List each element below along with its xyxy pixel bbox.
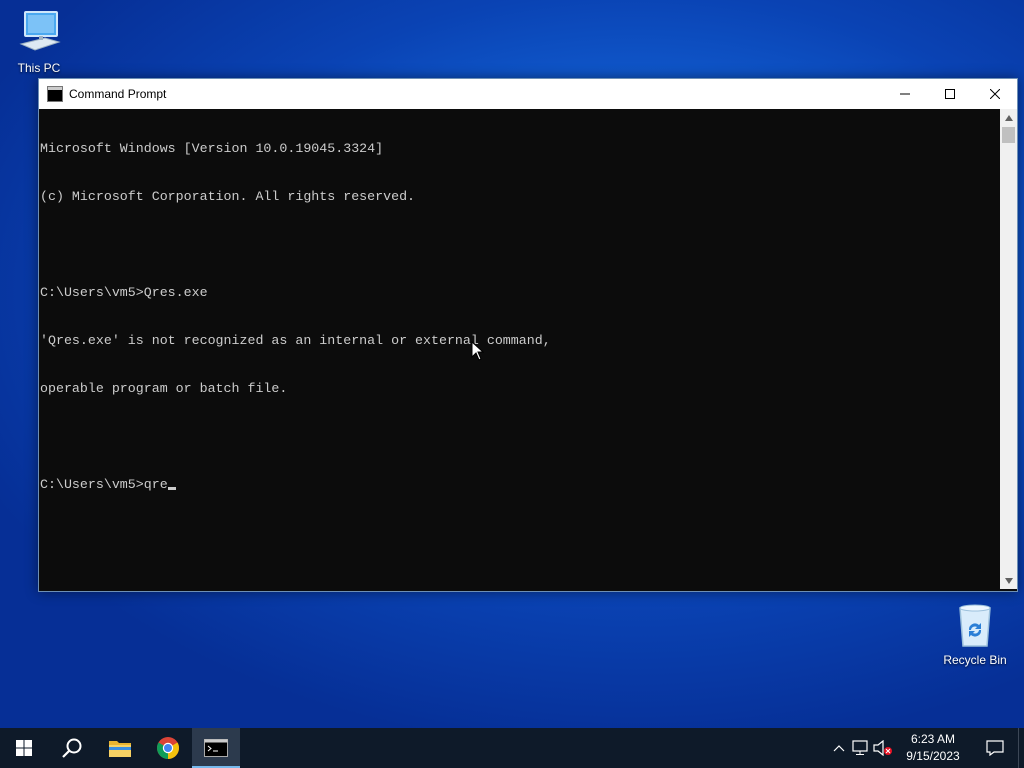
minimize-icon bbox=[899, 93, 910, 95]
notification-icon bbox=[986, 740, 1004, 756]
vertical-scrollbar[interactable] bbox=[1000, 109, 1017, 589]
minimize-button[interactable] bbox=[882, 79, 927, 109]
maximize-button[interactable] bbox=[927, 79, 972, 109]
cmd-icon bbox=[204, 739, 228, 757]
cmd-icon bbox=[47, 86, 63, 102]
taskbar-chrome[interactable] bbox=[144, 728, 192, 768]
taskbar-clock[interactable]: 6:23 AM 9/15/2023 bbox=[894, 731, 972, 765]
console-line: Microsoft Windows [Version 10.0.19045.33… bbox=[40, 141, 384, 156]
text-cursor bbox=[167, 487, 176, 490]
scroll-down-icon bbox=[1004, 577, 1013, 584]
show-desktop-button[interactable] bbox=[1018, 728, 1024, 768]
desktop-icon-label: This PC bbox=[17, 61, 61, 75]
clock-time: 6:23 AM bbox=[910, 732, 956, 746]
clock-date: 9/15/2023 bbox=[906, 749, 960, 763]
console-output[interactable]: Microsoft Windows [Version 10.0.19045.33… bbox=[39, 109, 1000, 589]
taskbar-file-explorer[interactable] bbox=[96, 728, 144, 768]
window-title: Command Prompt bbox=[69, 87, 167, 101]
chevron-up-icon bbox=[833, 745, 845, 752]
scroll-up-icon bbox=[1004, 114, 1013, 121]
volume-button[interactable] bbox=[872, 740, 894, 756]
console-line: operable program or batch file. bbox=[40, 381, 288, 396]
desktop-icon-recycle-bin[interactable]: Recycle Bin bbox=[940, 600, 1010, 667]
console-line: C:\Users\vm5>Qres.exe bbox=[40, 285, 208, 300]
network-icon bbox=[852, 740, 868, 755]
scroll-down-button[interactable] bbox=[1000, 572, 1017, 589]
search-icon bbox=[62, 738, 82, 758]
console-prompt-text: C:\Users\vm5>qre bbox=[40, 477, 168, 492]
chrome-icon bbox=[157, 737, 179, 759]
recycle-bin-icon bbox=[951, 604, 999, 651]
volume-muted-icon bbox=[873, 740, 892, 756]
close-icon bbox=[989, 89, 1000, 99]
mouse-pointer-icon bbox=[471, 341, 484, 361]
folder-icon bbox=[109, 741, 131, 757]
scroll-up-button[interactable] bbox=[1000, 109, 1017, 126]
desktop-icon-label: Recycle Bin bbox=[943, 653, 1007, 667]
scrollbar-thumb[interactable] bbox=[1002, 127, 1015, 143]
network-button[interactable] bbox=[850, 740, 872, 756]
console-line: (c) Microsoft Corporation. All rights re… bbox=[40, 189, 416, 204]
desktop-icon-this-pc[interactable]: This PC bbox=[4, 8, 74, 75]
maximize-icon bbox=[944, 89, 955, 99]
console-input-line[interactable]: C:\Users\vm5>qre bbox=[40, 477, 1000, 493]
command-prompt-window: Command Prompt Microsoft Windows [Versio… bbox=[38, 78, 1018, 592]
taskbar-command-prompt[interactable] bbox=[192, 728, 240, 768]
action-center-button[interactable] bbox=[972, 740, 1018, 756]
title-bar[interactable]: Command Prompt bbox=[39, 79, 1017, 109]
system-tray: 6:23 AM 9/15/2023 bbox=[828, 728, 1024, 768]
console-line: 'Qres.exe' is not recognized as an inter… bbox=[40, 333, 551, 348]
window-controls bbox=[882, 79, 1017, 109]
computer-icon bbox=[15, 11, 63, 59]
start-button[interactable] bbox=[0, 728, 48, 768]
windows-start-icon bbox=[16, 740, 32, 756]
close-button[interactable] bbox=[972, 79, 1017, 109]
show-hidden-icons-button[interactable] bbox=[828, 744, 850, 752]
search-button[interactable] bbox=[48, 728, 96, 768]
taskbar: 6:23 AM 9/15/2023 bbox=[0, 728, 1024, 768]
